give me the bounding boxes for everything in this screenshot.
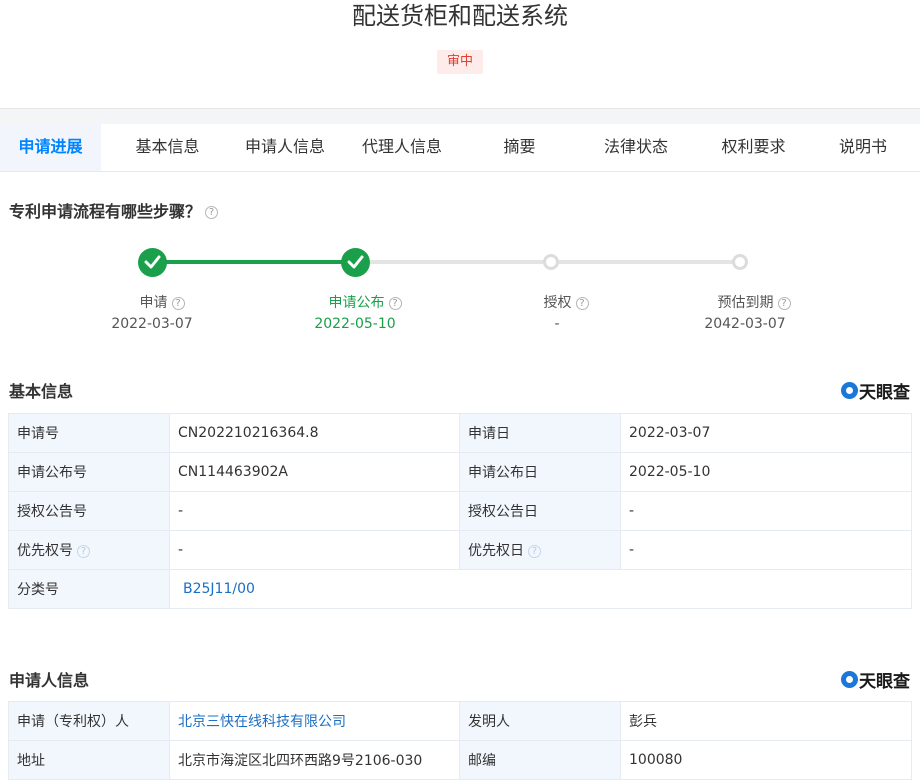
progress-section-title: 专利申请流程有哪些步骤？? [9, 198, 219, 222]
tab-claims[interactable]: 权利要求 [701, 124, 806, 171]
step-pending-node [732, 254, 748, 270]
logo-text: 天眼查 [859, 672, 910, 692]
field-label: 邮编 [459, 740, 621, 780]
field-value: 北京市海淀区北四环西路9号2106-030 [169, 740, 460, 780]
tab-agent-info[interactable]: 代理人信息 [336, 124, 468, 171]
step-label-text: 申请公布 [328, 295, 385, 311]
field-value: 2022-05-10 [620, 452, 912, 492]
table-row: 授权公告号 - 授权公告日 - [8, 491, 912, 531]
table-row: 申请号 CN202210216364.8 申请日 2022-03-07 [8, 413, 912, 453]
tab-progress[interactable]: 申请进展 [0, 124, 101, 171]
applicant-info-table: 申请（专利权）人 北京三快在线科技有限公司 发明人 彭兵 地址 北京市海淀区北四… [8, 701, 912, 780]
field-label: 申请公布号 [8, 452, 170, 492]
applicant-info-title: 申请人信息 [9, 671, 90, 690]
tianyancha-logo: 天眼查 [841, 378, 910, 403]
tab-abstract[interactable]: 摘要 [468, 124, 571, 171]
check-icon [144, 255, 161, 269]
page-title: 配送货柜和配送系统 [352, 2, 568, 30]
step-date: 2042-03-07 [704, 316, 786, 332]
field-label: 申请（专利权）人 [8, 701, 170, 741]
field-value: - [169, 491, 460, 531]
field-value: 2022-03-07 [620, 413, 912, 453]
step-label-text: 预估到期 [717, 295, 774, 311]
field-label: 申请号 [8, 413, 170, 453]
table-row: 申请（专利权）人 北京三快在线科技有限公司 发明人 彭兵 [8, 701, 912, 741]
table-row: 申请公布号 CN114463902A 申请公布日 2022-05-10 [8, 452, 912, 492]
step-label: 预估到期? [684, 292, 824, 312]
field-label: 授权公告日 [459, 491, 621, 531]
basic-info-title: 基本信息 [9, 382, 74, 401]
tab-description[interactable]: 说明书 [806, 124, 920, 171]
tab-legal-status[interactable]: 法律状态 [571, 124, 701, 171]
help-icon[interactable]: ? [171, 296, 185, 310]
step-pending-node [543, 254, 559, 270]
help-icon[interactable]: ? [77, 544, 90, 558]
field-value: 彭兵 [620, 701, 912, 741]
help-icon[interactable]: ? [388, 296, 402, 310]
step-label: 授权? [496, 292, 636, 312]
field-label: 发明人 [459, 701, 621, 741]
help-icon[interactable]: ? [575, 296, 589, 310]
field-label: 优先权日? [459, 530, 621, 570]
field-label-text: 优先权号 [17, 543, 73, 559]
step-done-node [341, 248, 370, 277]
field-value: - [620, 530, 912, 570]
logo-text: 天眼查 [859, 383, 910, 403]
progress-steps: 申请? 2022-03-07 申请公布? 2022-05-10 授权? - 预估… [0, 240, 920, 340]
step-date: - [554, 316, 560, 332]
step-label: 申请? [92, 292, 232, 312]
step-date: 2022-05-10 [314, 316, 396, 332]
step-label: 申请公布? [295, 292, 435, 312]
field-label: 申请公布日 [459, 452, 621, 492]
table-row: 地址 北京市海淀区北四环西路9号2106-030 邮编 100080 [8, 740, 912, 780]
field-label: 地址 [8, 740, 170, 780]
progress-line-done [152, 260, 356, 264]
field-value: - [620, 491, 912, 531]
tianyancha-logo: 天眼查 [841, 667, 910, 692]
field-label: 分类号 [8, 569, 170, 609]
progress-title-text: 专利申请流程有哪些步骤？ [9, 202, 202, 221]
check-icon [347, 255, 364, 269]
tianyancha-logo-icon [841, 382, 858, 399]
tab-basic-info[interactable]: 基本信息 [101, 124, 234, 171]
table-row: 分类号 B25J11/00 [8, 569, 912, 609]
step-done-node [138, 248, 167, 277]
status-badge: 审中 [437, 50, 483, 74]
tianyancha-logo-icon [841, 671, 858, 688]
applicant-link[interactable]: 北京三快在线科技有限公司 [169, 701, 460, 741]
field-value: 100080 [620, 740, 912, 780]
tab-bar: 申请进展 基本信息 申请人信息 代理人信息 摘要 法律状态 权利要求 说明书 [0, 124, 920, 172]
table-row: 优先权号? - 优先权日? - [8, 530, 912, 570]
field-value: CN114463902A [169, 452, 460, 492]
step-label-text: 申请 [139, 295, 168, 311]
step-label-text: 授权 [543, 295, 572, 311]
field-label-text: 优先权日 [468, 543, 524, 559]
field-label: 授权公告号 [8, 491, 170, 531]
help-icon[interactable]: ? [777, 296, 791, 310]
field-value: CN202210216364.8 [169, 413, 460, 453]
help-icon[interactable]: ? [528, 544, 541, 558]
field-label: 申请日 [459, 413, 621, 453]
classification-link[interactable]: B25J11/00 [169, 569, 912, 609]
divider-band [0, 108, 920, 124]
basic-info-table: 申请号 CN202210216364.8 申请日 2022-03-07 申请公布… [8, 413, 912, 609]
tab-applicant-info[interactable]: 申请人信息 [234, 124, 336, 171]
help-icon[interactable]: ? [205, 206, 219, 219]
field-value: - [169, 530, 460, 570]
step-date: 2022-03-07 [111, 316, 193, 332]
field-label: 优先权号? [8, 530, 170, 570]
